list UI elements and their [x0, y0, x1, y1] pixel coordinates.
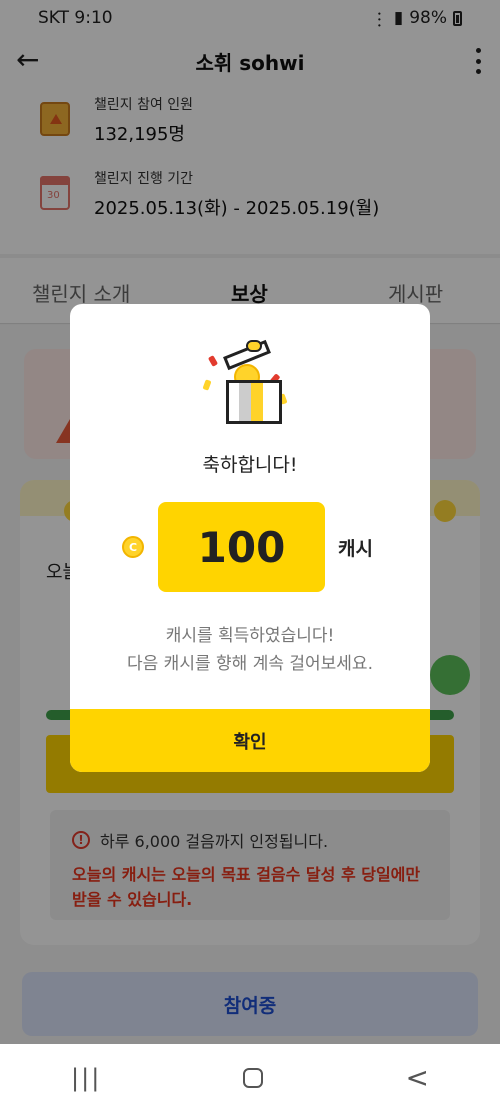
dialog-message: 캐시를 획득하였습니다! 다음 캐시를 향해 계속 걸어보세요. [70, 622, 430, 678]
gift-box [226, 380, 282, 424]
recents-icon[interactable]: ||| [71, 1064, 101, 1092]
reward-dialog: 축하합니다! C 100 캐시 캐시를 획득하였습니다! 다음 캐시를 향해 계… [70, 304, 430, 772]
home-icon[interactable] [243, 1067, 264, 1088]
system-nav-bar: ||| < [0, 1044, 500, 1111]
dialog-message-line2: 다음 캐시를 향해 계속 걸어보세요. [127, 654, 373, 674]
cash-coin-icon: C [122, 536, 144, 558]
confetti-icon [202, 379, 212, 391]
confirm-button[interactable]: 확인 [70, 709, 430, 772]
back-icon[interactable]: < [405, 1061, 428, 1094]
reward-unit: 캐시 [338, 538, 373, 560]
dialog-title: 축하합니다! [202, 454, 298, 476]
gift-icon [202, 334, 290, 429]
confetti-icon [207, 355, 219, 367]
reward-row: C 100 캐시 [70, 502, 430, 592]
gift-bow [246, 340, 262, 352]
reward-amount: 100 [158, 502, 325, 592]
dialog-message-line1: 캐시를 획득하였습니다! [165, 626, 335, 646]
